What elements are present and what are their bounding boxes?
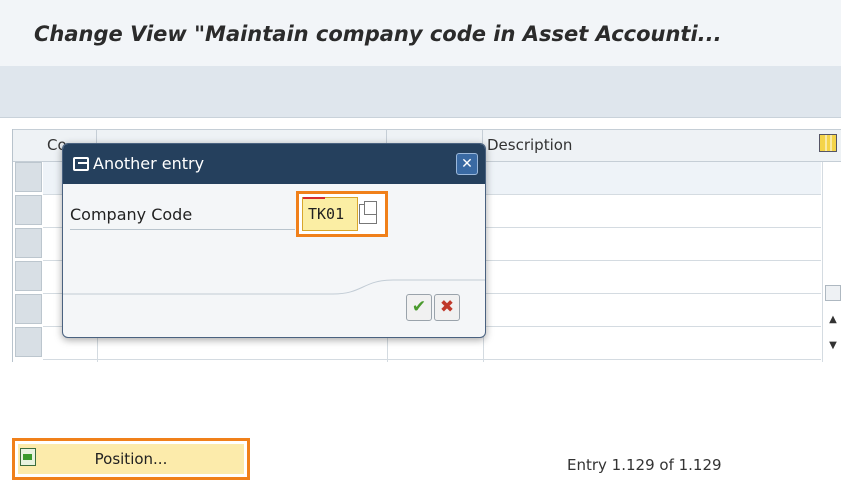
arrow-up-icon[interactable]: ▲ xyxy=(826,314,840,326)
close-icon[interactable]: ✕ xyxy=(456,153,478,175)
row-selector[interactable] xyxy=(15,228,42,258)
row-selector[interactable] xyxy=(15,162,42,192)
vertical-scrollbar[interactable]: ▲ ▼ xyxy=(822,162,841,362)
value-help-icon[interactable] xyxy=(359,201,377,224)
application-toolbar xyxy=(0,66,841,118)
table-settings-icon[interactable] xyxy=(819,134,837,152)
dialog-title-bar[interactable]: Another entry xyxy=(63,144,485,184)
row-selector[interactable] xyxy=(15,261,42,291)
company-code-label: Company Code xyxy=(70,200,295,230)
row-selector[interactable] xyxy=(15,294,42,324)
scroll-thumb[interactable] xyxy=(825,285,841,301)
row-selector[interactable] xyxy=(15,327,42,357)
another-entry-dialog: Another entry ✕ Company Code TK01 ✔ ✖ xyxy=(62,143,486,338)
row-selector[interactable] xyxy=(15,195,42,225)
arrow-down-icon[interactable]: ▼ xyxy=(826,340,840,352)
entry-counter: Entry 1.129 of 1.129 xyxy=(567,456,722,474)
window-title: Change View "Maintain company code in As… xyxy=(0,0,841,66)
new-window-icon xyxy=(73,157,89,171)
ok-button[interactable]: ✔ xyxy=(406,294,432,321)
column-header-description[interactable]: Description xyxy=(483,130,821,163)
position-button-label: Position... xyxy=(94,450,168,468)
company-code-field-highlight: TK01 xyxy=(296,191,388,237)
dialog-title: Another entry xyxy=(93,154,205,173)
position-button[interactable]: Position... xyxy=(18,444,244,474)
company-code-input[interactable]: TK01 xyxy=(302,197,358,231)
position-button-highlight: Position... xyxy=(12,438,250,480)
cancel-button[interactable]: ✖ xyxy=(434,294,460,321)
